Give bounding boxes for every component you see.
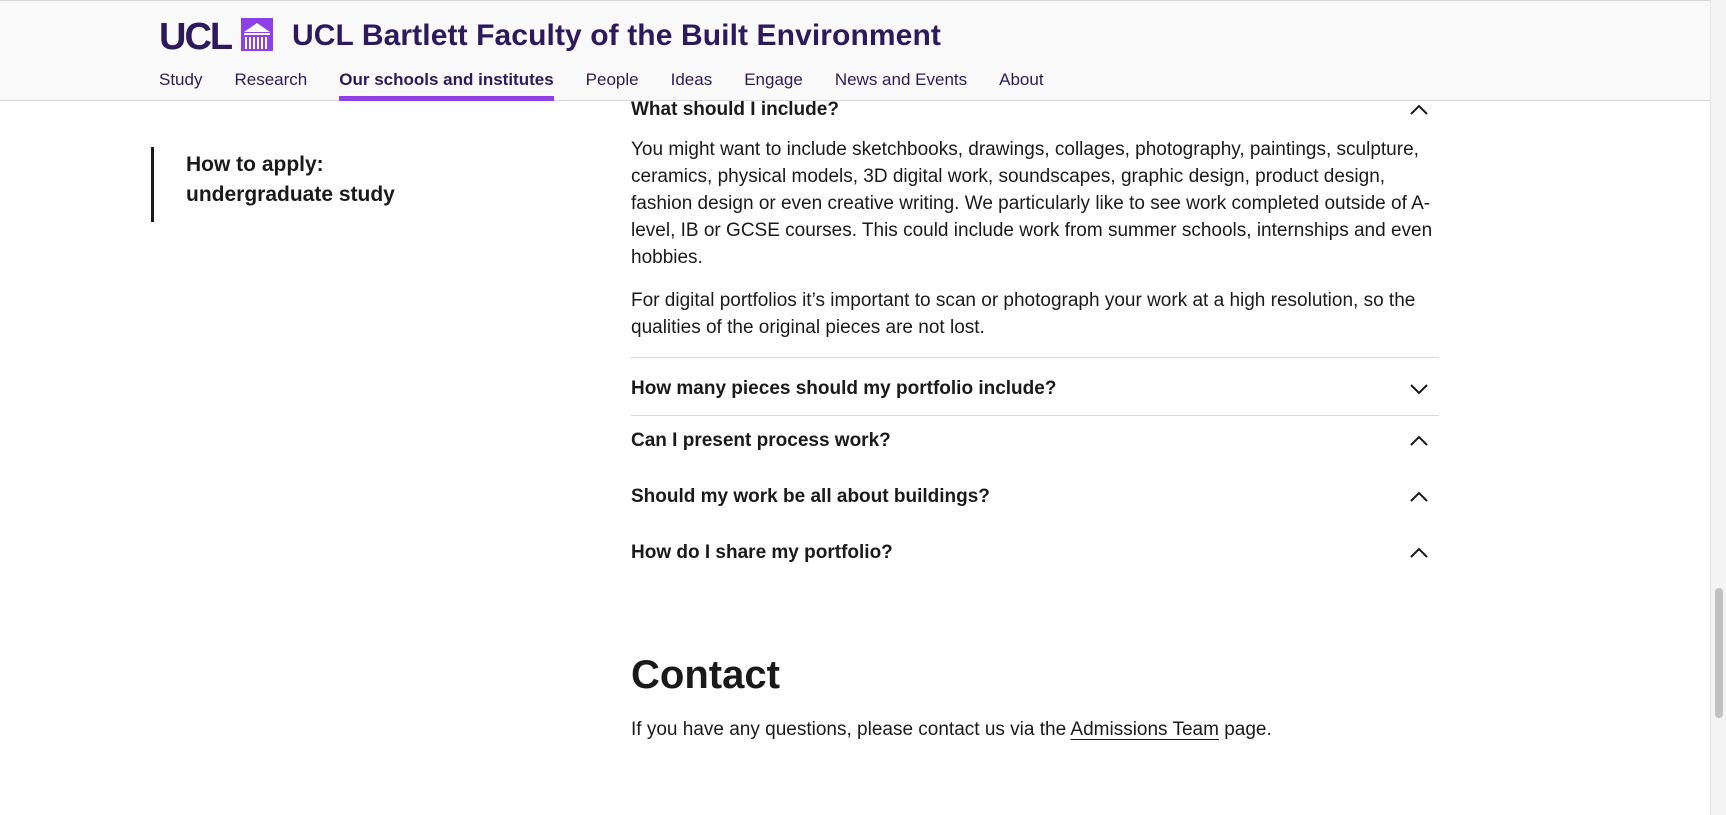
nav-item-study[interactable]: Study [159,68,202,100]
sidebar-link-line1: How to apply: [186,153,324,176]
site-title[interactable]: UCL Bartlett Faculty of the Built Enviro… [292,19,941,53]
contact-text-after: page. [1218,719,1272,740]
divider [631,357,1439,358]
scrollbar-thumb[interactable] [1715,588,1723,718]
main-nav: Study Research Our schools and institute… [159,68,1076,101]
accordion-title: How many pieces should my portfolio incl… [631,378,1057,399]
divider [631,415,1439,416]
sidebar-link-line2: undergraduate study [186,183,395,206]
nav-item-news-and-events[interactable]: News and Events [835,68,967,100]
accordion-header-process-work[interactable]: Can I present process work? [631,426,1439,456]
site-header: UCL UCL Bartlett Faculty of the Built En… [0,0,1710,101]
chevron-up-icon [1410,491,1428,502]
accordion-paragraph: For digital portfolios it’s important to… [631,290,1416,338]
ucl-logo[interactable]: UCL [159,18,273,51]
accordion-header-about-buildings[interactable]: Should my work be all about buildings? [631,482,1439,512]
nav-item-engage[interactable]: Engage [744,68,803,100]
accordion-title: How do I share my portfolio? [631,542,893,563]
svg-text:UCL: UCL [159,18,233,51]
nav-item-ideas[interactable]: Ideas [671,68,713,100]
contact-text: If you have any questions, please contac… [631,715,1272,745]
chevron-up-icon [1410,104,1428,115]
accordion-paragraph: You might want to include sketchbooks, d… [631,139,1433,268]
accordion-header-how-many-pieces[interactable]: How many pieces should my portfolio incl… [631,374,1439,404]
faq-accordion: What should I include? You might want to… [631,95,1439,568]
contact-text-before: If you have any questions, please contac… [631,719,1071,740]
accordion-title: Should my work be all about buildings? [631,486,990,507]
chevron-up-icon [1410,435,1428,446]
accordion-body: You might want to include sketchbooks, d… [631,136,1439,341]
nav-item-people[interactable]: People [586,68,639,100]
page-scrollbar[interactable] [1710,0,1726,815]
nav-item-research[interactable]: Research [234,68,307,100]
contact-heading: Contact [631,653,780,697]
chevron-up-icon [1410,547,1428,558]
accordion-header-share-portfolio[interactable]: How do I share my portfolio? [631,538,1439,568]
nav-item-schools-and-institutes[interactable]: Our schools and institutes [339,68,555,101]
accordion-title: Can I present process work? [631,430,891,451]
admissions-team-link[interactable]: Admissions Team [1070,719,1219,740]
sidebar-link-how-to-apply[interactable]: How to apply: undergraduate study [151,147,451,222]
nav-item-about[interactable]: About [999,68,1043,100]
accordion-title: What should I include? [631,99,839,120]
chevron-down-icon [1410,384,1428,395]
